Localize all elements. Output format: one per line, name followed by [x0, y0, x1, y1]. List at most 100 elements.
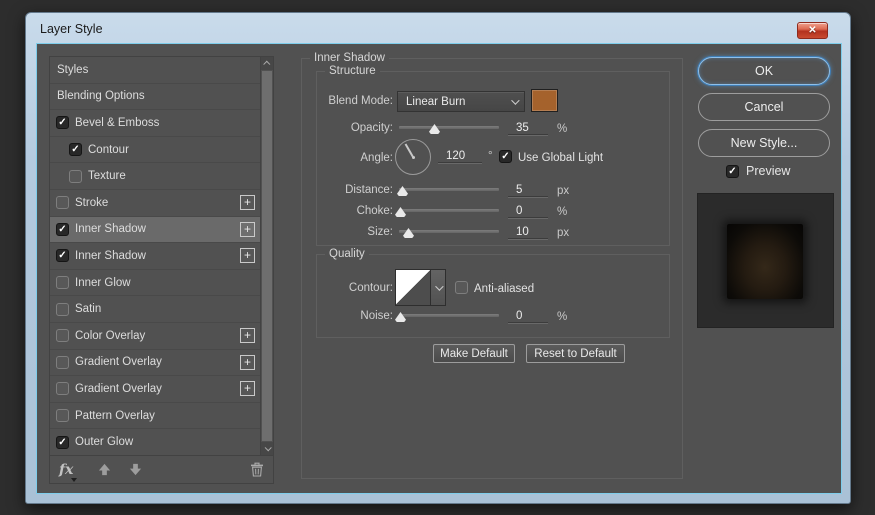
choke-input[interactable]: 0 [508, 205, 548, 218]
sidebar-item-texture-4[interactable]: Texture [50, 163, 260, 190]
sidebar-item-gradient-overlay-12[interactable]: Gradient Overlay+ [50, 376, 260, 403]
noise-label: Noise: [317, 310, 393, 322]
sidebar-item-bevel-emboss-2[interactable]: ✓ Bevel & Emboss [50, 110, 260, 137]
arrow-down-icon [128, 462, 143, 477]
sidebar-item-contour-3[interactable]: ✓Contour [50, 137, 260, 164]
angle-dial[interactable] [395, 139, 431, 175]
layer-style-dialog: Layer Style ✕ Styles Blending Options ✓ Bev… [25, 12, 851, 504]
reset-to-default-button[interactable]: Reset to Default [526, 344, 625, 363]
blend-mode-label: Blend Mode: [317, 95, 393, 107]
effects-toolbar: fx [50, 455, 273, 483]
effect-checkbox[interactable]: ✓ [69, 143, 82, 156]
choke-slider-thumb[interactable] [395, 207, 406, 217]
size-label: Size: [317, 226, 393, 238]
sidebar-item-pattern-overlay-13[interactable]: Pattern Overlay [50, 403, 260, 430]
anti-aliased-checkbox[interactable] [455, 281, 468, 294]
effect-checkbox[interactable] [56, 382, 69, 395]
size-slider[interactable] [399, 230, 499, 233]
preview-checkbox[interactable]: ✓ [726, 165, 739, 178]
opacity-slider-thumb[interactable] [429, 124, 440, 134]
cancel-button[interactable]: Cancel [698, 93, 830, 121]
noise-slider[interactable] [399, 314, 499, 317]
scroll-down-button[interactable] [261, 442, 273, 455]
add-instance-icon[interactable]: + [240, 355, 255, 370]
sidebar-item-inner-shadow-7[interactable]: ✓ Inner Shadow + [50, 243, 260, 270]
blend-mode-select[interactable]: Linear Burn [397, 91, 525, 112]
dialog-content: StylesBlending Options✓Bevel & Emboss✓Co… [37, 44, 841, 493]
sidebar-item-label: Styles [57, 64, 88, 76]
effects-scrollbar[interactable] [260, 57, 273, 455]
opacity-label: Opacity: [317, 122, 393, 134]
shadow-color-swatch[interactable] [531, 89, 558, 112]
add-instance-icon[interactable]: + [240, 328, 255, 343]
opacity-unit: % [557, 123, 567, 135]
chevron-down-icon [435, 282, 443, 290]
effect-checkbox[interactable]: ✓ [56, 436, 69, 449]
scrollbar-thumb[interactable] [262, 71, 272, 441]
preview-toggle: ✓ Preview [726, 164, 790, 178]
sidebar-item-inner-glow-8[interactable]: Inner Glow [50, 270, 260, 297]
close-button[interactable]: ✕ [797, 22, 828, 39]
contour-picker-button[interactable] [431, 269, 446, 306]
sidebar-item-label: Inner Glow [75, 277, 131, 289]
make-default-button[interactable]: Make Default [433, 344, 515, 363]
angle-needle [405, 144, 414, 158]
sidebar-item-styles-0[interactable]: Styles [50, 57, 260, 84]
effect-checkbox[interactable] [56, 303, 69, 316]
distance-slider[interactable] [399, 188, 499, 191]
quality-title: Quality [325, 248, 369, 260]
new-style-button[interactable]: New Style... [698, 129, 830, 157]
delete-effect-button[interactable] [250, 462, 264, 477]
opacity-slider[interactable] [399, 126, 499, 129]
effects-list: StylesBlending Options✓Bevel & Emboss✓Co… [50, 57, 260, 455]
distance-input[interactable]: 5 [508, 184, 548, 197]
scroll-up-button[interactable] [261, 57, 273, 70]
effect-checkbox[interactable] [56, 196, 69, 209]
sidebar-item-stroke-5[interactable]: Stroke+ [50, 190, 260, 217]
chevron-up-icon [263, 61, 270, 68]
noise-input[interactable]: 0 [508, 310, 548, 323]
use-global-light-checkbox[interactable]: ✓ [499, 150, 512, 163]
effect-checkbox[interactable] [69, 170, 82, 183]
effect-checkbox[interactable] [56, 409, 69, 422]
sidebar-item-inner-shadow-6[interactable]: ✓Inner Shadow+ [50, 217, 260, 244]
fx-icon: fx [59, 462, 73, 478]
add-instance-icon[interactable]: + [240, 195, 255, 210]
ok-button[interactable]: OK [698, 57, 830, 85]
check-icon: ✓ [728, 166, 736, 177]
size-input[interactable]: 10 [508, 226, 548, 239]
effect-checkbox[interactable] [56, 276, 69, 289]
effect-checkbox[interactable] [56, 356, 69, 369]
caret-down-icon [71, 478, 77, 482]
distance-label: Distance: [317, 184, 393, 196]
effects-panel: StylesBlending Options✓Bevel & Emboss✓Co… [49, 56, 274, 484]
add-instance-icon[interactable]: + [240, 381, 255, 396]
sidebar-item-gradient-overlay-11[interactable]: Gradient Overlay+ [50, 350, 260, 377]
effect-checkbox[interactable]: ✓ [56, 249, 69, 262]
structure-group: Structure Blend Mode: Linear Burn Opacit… [316, 71, 670, 246]
effect-checkbox[interactable] [56, 329, 69, 342]
move-effect-up-button[interactable] [97, 462, 112, 477]
contour-thumbnail[interactable] [395, 269, 431, 306]
opacity-input[interactable]: 35 [508, 122, 548, 135]
contour-label: Contour: [317, 282, 393, 294]
angle-input[interactable]: 120 [438, 150, 482, 163]
sidebar-item-blending-options-1[interactable]: Blending Options [50, 84, 260, 111]
size-slider-thumb[interactable] [403, 228, 414, 238]
fx-menu-button[interactable]: fx [59, 461, 81, 479]
sidebar-item-color-overlay-10[interactable]: Color Overlay+ [50, 323, 260, 350]
sidebar-item-outer-glow-14[interactable]: ✓Outer Glow [50, 429, 260, 455]
effect-checkbox[interactable]: ✓ [56, 223, 69, 236]
title-bar[interactable]: Layer Style ✕ [26, 13, 850, 44]
window-title: Layer Style [40, 22, 103, 36]
noise-slider-thumb[interactable] [395, 312, 406, 322]
choke-slider[interactable] [399, 209, 499, 212]
sidebar-item-label: Bevel & Emboss [75, 117, 159, 129]
distance-slider-thumb[interactable] [397, 186, 408, 196]
sidebar-item-satin-9[interactable]: Satin [50, 296, 260, 323]
add-instance-icon[interactable]: + [240, 248, 255, 263]
effect-checkbox[interactable]: ✓ [56, 116, 69, 129]
sidebar-item-label: Inner Shadow [75, 250, 146, 262]
add-instance-icon[interactable]: + [240, 222, 255, 237]
move-effect-down-button[interactable] [128, 462, 143, 477]
